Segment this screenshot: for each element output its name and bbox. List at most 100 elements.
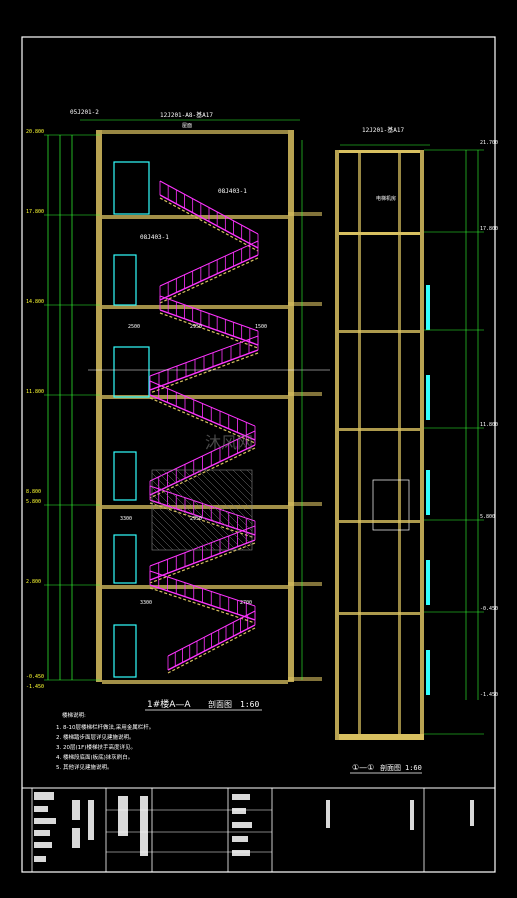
- balcony-slab: [288, 502, 322, 506]
- dimension-text: 2950: [190, 324, 202, 330]
- floor-slab: [102, 505, 288, 509]
- title-block-text-block: [34, 818, 56, 824]
- hatch-line: [151, 521, 181, 551]
- level-text: -1.450: [26, 684, 44, 690]
- hatch-line: [239, 469, 253, 483]
- elevator-section-right: [335, 144, 484, 740]
- floor-slab: [102, 680, 288, 684]
- shaft-level-text: -0.450: [480, 606, 498, 612]
- dimension-lines: [47, 119, 330, 680]
- door: [113, 451, 137, 501]
- level-text: 5.800: [26, 499, 41, 505]
- dimension-text: 2700: [240, 600, 252, 606]
- shaft-slab: [339, 330, 420, 333]
- level-text: 8.800: [26, 489, 41, 495]
- stair-section-left: [44, 119, 330, 684]
- svg-text:①—①: ①—①: [352, 763, 374, 772]
- left-callout: 05J201-2: [70, 109, 99, 116]
- cad-drawing-canvas: 12J201-A8-基A17 05J201-2 屋面 08J403-1 08J4…: [21, 36, 498, 873]
- svg-text:1#楼A—A: 1#楼A—A: [147, 698, 191, 710]
- door: [113, 254, 137, 306]
- dimension-text: 2500: [128, 324, 140, 330]
- stair-reference-1: 08J403-1: [218, 188, 247, 195]
- balcony-slab: [288, 677, 322, 681]
- roof-label: 屋面: [182, 123, 192, 129]
- left-section-title: 1#楼A—A 剖面图 1:60: [145, 698, 262, 711]
- left-level-texts: 20.800 17.800 14.800 11.800 8.800 5.800 2.800 -…: [26, 129, 44, 690]
- shaft-slab: [339, 428, 420, 431]
- balcony-slab: [288, 392, 322, 396]
- shaft-level-text: -1.450: [480, 692, 498, 698]
- level-text: 17.800: [26, 209, 44, 215]
- balcony-slab: [288, 302, 322, 306]
- title-block-text-block: [118, 796, 128, 836]
- shaft-door: [426, 560, 430, 605]
- shaft-level-text: 11.800: [480, 422, 498, 428]
- title-block-text-block: [34, 806, 48, 812]
- title-block: [21, 787, 496, 873]
- dimension-text: 2950: [190, 516, 202, 522]
- svg-text:4. 楼梯段底面(板底)抹灰刷白。: 4. 楼梯段底面(板底)抹灰刷白。: [56, 753, 133, 761]
- title-block-text-block: [34, 856, 46, 862]
- hatch-line: [183, 469, 253, 539]
- title-block-text-block: [232, 822, 252, 828]
- shaft-door: [426, 650, 430, 695]
- level-text: -0.450: [26, 674, 44, 680]
- door: [113, 534, 137, 584]
- shaft-door: [426, 375, 430, 420]
- title-block-text-block: [232, 850, 250, 856]
- shaft-level-ticks: [424, 149, 484, 735]
- title-block-text-block: [232, 836, 248, 842]
- title-block-text-block: [326, 800, 330, 828]
- general-notes: 楼梯说明: 1. 8-10层楼梯栏杆做法,采用金属栏杆。 2. 楼梯踏步面层详见…: [56, 711, 154, 771]
- hatch-line: [246, 469, 253, 476]
- right-top-reference: 12J201-基A17: [362, 126, 405, 134]
- stair-steps: [159, 197, 259, 252]
- svg-text:2. 楼梯踏步面层详见建施说明。: 2. 楼梯踏步面层详见建施说明。: [56, 733, 135, 741]
- level-text: 2.800: [26, 579, 41, 585]
- dimension-text: 1500: [255, 324, 267, 330]
- title-block-text-block: [232, 794, 250, 800]
- title-block-text-block: [34, 830, 50, 836]
- hatch-line: [218, 469, 253, 504]
- left-top-reference: 12J201-A8-基A17: [160, 111, 213, 119]
- svg-text:1:60: 1:60: [405, 764, 422, 772]
- title-block-text-blocks: [34, 792, 474, 862]
- svg-text:1:60: 1:60: [240, 700, 259, 709]
- level-text: 14.800: [26, 299, 44, 305]
- title-block-text-block: [34, 842, 52, 848]
- level-text: 11.800: [26, 389, 44, 395]
- svg-text:5. 其他详见建施说明。: 5. 其他详见建施说明。: [56, 763, 113, 771]
- door: [113, 346, 150, 398]
- level-text: 20.800: [26, 129, 44, 135]
- shaft-door: [426, 285, 430, 330]
- hatch-line: [151, 535, 167, 551]
- title-block-text-block: [88, 800, 94, 840]
- watermark: 沐风网: [205, 433, 253, 452]
- shaft-level-text: 5.800: [480, 514, 495, 520]
- shaft-slab: [339, 612, 420, 615]
- shaft-slabs: [339, 330, 420, 615]
- right-section-title: ①—① 剖面图 1:60: [350, 763, 422, 774]
- shaft-level-text: 17.800: [480, 226, 498, 232]
- shaft-door: [426, 470, 430, 515]
- title-block-text-block: [470, 800, 474, 826]
- shaft-slab: [339, 520, 420, 523]
- svg-text:楼梯说明:: 楼梯说明:: [62, 711, 86, 719]
- door: [113, 161, 150, 215]
- stair-reference-2: 08J403-1: [140, 234, 169, 241]
- balcony-slab: [288, 212, 322, 216]
- title-block-text-block: [232, 808, 246, 814]
- title-block-text-block: [410, 800, 414, 830]
- floor-slab: [102, 215, 288, 219]
- balcony-slab: [288, 582, 322, 586]
- svg-text:1. 8-10层楼梯栏杆做法,采用金属栏杆。: 1. 8-10层楼梯栏杆做法,采用金属栏杆。: [56, 723, 154, 731]
- shaft-label: 电梯机房: [376, 195, 396, 202]
- title-block-text-block: [34, 792, 54, 800]
- title-block-text-block: [140, 796, 148, 856]
- door: [113, 624, 137, 678]
- hatch-line: [151, 514, 188, 551]
- hatch-line: [225, 469, 253, 497]
- title-block-text-block: [72, 800, 80, 820]
- title-block-text-block: [72, 828, 80, 848]
